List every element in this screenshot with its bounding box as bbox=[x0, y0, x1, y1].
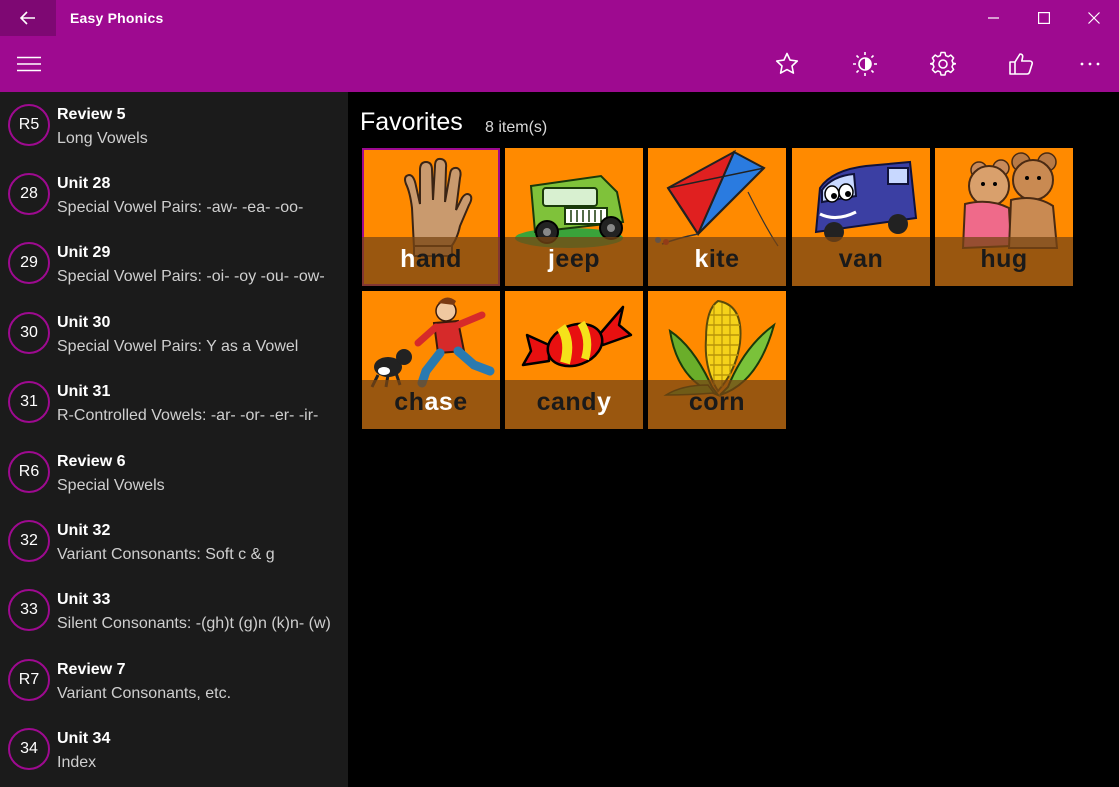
unit-title: Unit 30 bbox=[57, 314, 111, 331]
unit-item-review-5[interactable]: R5 Review 5 Long Vowels bbox=[0, 92, 348, 161]
unit-subtitle: Silent Consonants: -(gh)t (g)n (k)n- (w) bbox=[57, 615, 331, 632]
unit-title: Review 7 bbox=[57, 661, 126, 678]
maximize-button[interactable] bbox=[1019, 0, 1069, 36]
unit-list[interactable]: R5 Review 5 Long Vowels 28 Unit 28 Speci… bbox=[0, 92, 348, 787]
unit-title: Unit 31 bbox=[57, 383, 111, 400]
unit-badge: 28 bbox=[8, 173, 50, 215]
word-label: kite bbox=[694, 245, 740, 273]
word-card-van[interactable]: van bbox=[792, 148, 930, 286]
settings-button[interactable] bbox=[921, 44, 965, 84]
unit-subtitle: Special Vowels bbox=[57, 477, 165, 494]
word-card-chase[interactable]: chase bbox=[362, 291, 500, 429]
item-count: 8 item(s) bbox=[485, 119, 548, 136]
close-button[interactable] bbox=[1069, 0, 1119, 36]
unit-badge: R7 bbox=[8, 659, 50, 701]
unit-title: Unit 28 bbox=[57, 175, 111, 192]
unit-subtitle: Special Vowel Pairs: Y as a Vowel bbox=[57, 338, 299, 355]
unit-title: Review 6 bbox=[57, 453, 126, 470]
unit-subtitle: Special Vowel Pairs: -aw- -ea- -oo- bbox=[57, 199, 304, 216]
unit-title: Review 5 bbox=[57, 106, 126, 123]
unit-subtitle: Special Vowel Pairs: -oi- -oy -ou- -ow- bbox=[57, 268, 325, 285]
word-card-hug[interactable]: hug bbox=[935, 148, 1073, 286]
page-title: Favorites bbox=[360, 108, 463, 136]
unit-item-review-6[interactable]: R6 Review 6 Special Vowels bbox=[0, 439, 348, 508]
close-icon bbox=[1088, 12, 1100, 24]
word-label: jeep bbox=[547, 245, 601, 273]
unit-item-30[interactable]: 30 Unit 30 Special Vowel Pairs: Y as a V… bbox=[0, 300, 348, 369]
star-icon bbox=[775, 52, 799, 74]
word-card-hand[interactable]: hand bbox=[362, 148, 500, 286]
word-card-candy[interactable]: candy bbox=[505, 291, 643, 429]
unit-title: Unit 32 bbox=[57, 522, 111, 539]
unit-badge: 32 bbox=[8, 520, 50, 562]
unit-badge: R6 bbox=[8, 451, 50, 493]
unit-badge: R5 bbox=[8, 104, 50, 146]
minimize-button[interactable] bbox=[969, 0, 1019, 36]
favorites-panel: Favorites 8 item(s) hand jeep kite van h… bbox=[348, 92, 1119, 787]
unit-item-28[interactable]: 28 Unit 28 Special Vowel Pairs: -aw- -ea… bbox=[0, 161, 348, 230]
minimize-icon bbox=[988, 17, 999, 19]
unit-badge: 33 bbox=[8, 589, 50, 631]
maximize-icon bbox=[1038, 12, 1050, 24]
unit-badge: 30 bbox=[8, 312, 50, 354]
thumbs-up-icon bbox=[1009, 53, 1034, 75]
unit-title: Unit 33 bbox=[57, 591, 111, 608]
unit-item-33[interactable]: 33 Unit 33 Silent Consonants: -(gh)t (g)… bbox=[0, 577, 348, 646]
word-card-kite[interactable]: kite bbox=[648, 148, 786, 286]
hamburger-icon bbox=[17, 56, 41, 72]
unit-badge: 29 bbox=[8, 242, 50, 284]
unit-subtitle: Index bbox=[57, 754, 97, 771]
unit-subtitle: Variant Consonants, etc. bbox=[57, 685, 232, 702]
unit-badge: 34 bbox=[8, 728, 50, 770]
word-label: corn bbox=[688, 388, 746, 416]
brightness-icon bbox=[853, 52, 877, 76]
unit-subtitle: Variant Consonants: Soft c & g bbox=[57, 546, 275, 563]
unit-title: Unit 29 bbox=[57, 244, 111, 261]
unit-item-34[interactable]: 34 Unit 34 Index bbox=[0, 716, 348, 785]
unit-subtitle: Long Vowels bbox=[57, 130, 148, 147]
unit-badge: 31 bbox=[8, 381, 50, 423]
unit-item-29[interactable]: 29 Unit 29 Special Vowel Pairs: -oi- -oy… bbox=[0, 230, 348, 299]
gear-icon bbox=[930, 51, 956, 76]
word-label: hand bbox=[400, 245, 462, 273]
unit-item-review-7[interactable]: R7 Review 7 Variant Consonants, etc. bbox=[0, 647, 348, 716]
more-icon bbox=[1080, 62, 1100, 66]
unit-subtitle: R-Controlled Vowels: -ar- -or- -er- -ir- bbox=[57, 407, 319, 424]
favorites-button[interactable] bbox=[765, 44, 809, 84]
back-button[interactable] bbox=[0, 0, 56, 36]
arrow-left-icon bbox=[20, 11, 35, 25]
title-bar: Easy Phonics bbox=[0, 0, 1119, 36]
word-card-jeep[interactable]: jeep bbox=[505, 148, 643, 286]
app-title: Easy Phonics bbox=[70, 10, 164, 26]
word-label: chase bbox=[394, 388, 468, 416]
word-label: candy bbox=[536, 388, 612, 416]
word-card-corn[interactable]: corn bbox=[648, 291, 786, 429]
command-bar bbox=[0, 36, 1119, 92]
unit-title: Unit 34 bbox=[57, 730, 111, 747]
word-label: hug bbox=[980, 245, 1028, 273]
menu-button[interactable] bbox=[8, 44, 50, 84]
unit-item-31[interactable]: 31 Unit 31 R-Controlled Vowels: -ar- -or… bbox=[0, 369, 348, 438]
unit-item-32[interactable]: 32 Unit 32 Variant Consonants: Soft c & … bbox=[0, 508, 348, 577]
word-label: van bbox=[838, 245, 884, 273]
rate-button[interactable] bbox=[999, 44, 1043, 84]
more-button[interactable] bbox=[1068, 44, 1112, 84]
theme-button[interactable] bbox=[843, 44, 887, 84]
